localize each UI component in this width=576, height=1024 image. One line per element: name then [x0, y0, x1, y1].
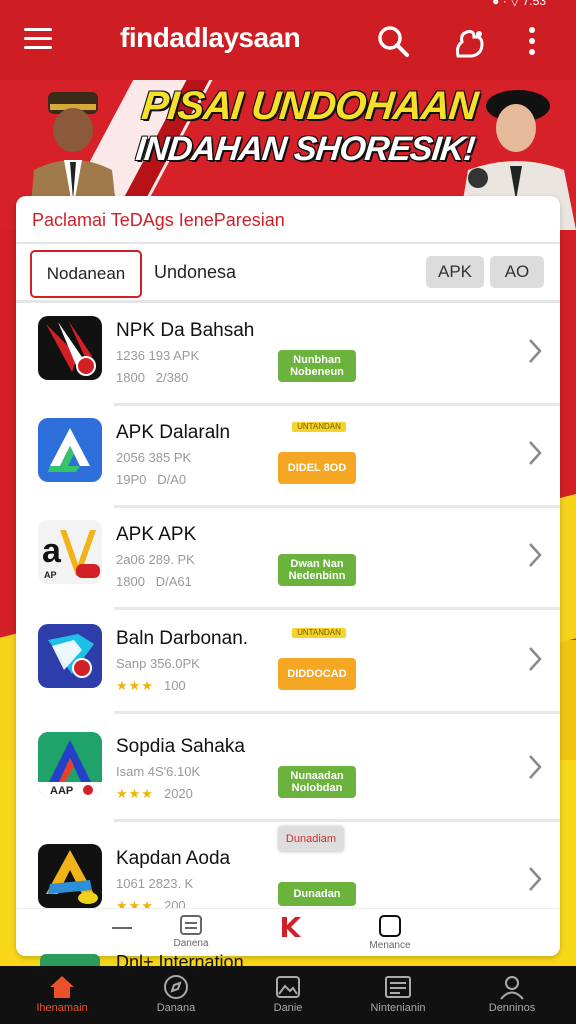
- app-meta-secondary: 1800 D/A61: [116, 574, 192, 589]
- list-icon: [180, 915, 202, 935]
- app-name: Sopdia Sahaka: [116, 736, 245, 757]
- nav-label: Danana: [156, 1002, 196, 1014]
- nav-nintenianin[interactable]: Nintenianin: [348, 974, 448, 1014]
- menu-icon[interactable]: [24, 28, 52, 52]
- square-icon: [379, 915, 401, 937]
- app-icon-map: [38, 624, 102, 688]
- divider: [114, 819, 560, 822]
- more-vertical-icon[interactable]: [526, 26, 538, 56]
- chip-ao[interactable]: AO: [490, 256, 544, 288]
- list-item[interactable]: Baln Darbonan. Sanp 356.0PK ★★★ 100 UNTAN…: [16, 610, 560, 714]
- chip-apk[interactable]: APK: [426, 256, 484, 288]
- app-name: Baln Darbonan.: [116, 628, 249, 649]
- app-icon-green-a: AAP: [38, 732, 102, 796]
- banner-subheadline: INDAHAN SHORESIK!: [134, 130, 477, 168]
- divider: [16, 242, 560, 244]
- news-icon: [385, 976, 411, 998]
- svg-text:AP: AP: [44, 570, 57, 580]
- app-meta-secondary: ★★★ 100: [116, 678, 186, 693]
- download-button[interactable]: DIDEL 8OD: [278, 452, 356, 484]
- download-button[interactable]: Dwan Nan Nedenbinn: [278, 554, 356, 586]
- status-tag: UNTANDAN: [292, 422, 346, 432]
- image-icon: [276, 976, 300, 998]
- app-meta-secondary: 1800 2/380: [116, 370, 189, 385]
- status-tag: UNTANDAN: [292, 628, 346, 638]
- chevron-right-icon[interactable]: [528, 646, 542, 672]
- list-item[interactable]: AAP Sopdia Sahaka Isam 4S'6.10K ★★★ 2020 …: [16, 718, 560, 822]
- nav-label: Danie: [273, 1002, 303, 1014]
- app-meta: 1236 193 APK: [116, 348, 200, 363]
- chevron-right-icon[interactable]: [528, 866, 542, 892]
- profile-icon: [500, 976, 524, 1000]
- inner-tab-danena[interactable]: Danena: [166, 915, 216, 949]
- svg-text:a: a: [42, 532, 62, 570]
- download-button[interactable]: Nunaadan Nolobdan: [278, 766, 356, 798]
- filter-tab-active[interactable]: Nodanean: [30, 250, 142, 298]
- card-heading: Paclamai TeDAgs IeneParesian: [32, 210, 285, 230]
- account-puzzle-icon[interactable]: [452, 26, 486, 60]
- banner-headline: PISAI UNDOHAAN: [139, 84, 480, 128]
- app-meta-secondary: ★★★ 2020: [116, 786, 193, 801]
- search-icon[interactable]: [376, 24, 410, 58]
- app-list-card: Paclamai TeDAgs IeneParesian Nodanean Un…: [16, 196, 560, 956]
- app-icon-gold-a: [38, 844, 102, 908]
- app-meta: 2056 385 PK: [116, 450, 192, 465]
- app-title: findadlaysaan: [120, 22, 301, 53]
- chevron-right-icon[interactable]: [528, 338, 542, 364]
- list-item[interactable]: APK Dalaraln 2056 385 PK 19P0 D/A0 UNTAN…: [16, 404, 560, 508]
- app-name: APK APK: [116, 524, 197, 545]
- nav-denninos[interactable]: Denninos: [462, 974, 562, 1014]
- nav-danie[interactable]: Danie: [238, 974, 338, 1014]
- list-item[interactable]: NPK Da Bahsah 1236 193 APK 1800 2/380 Nu…: [16, 302, 560, 406]
- app-name: NPK Da Bahsah: [116, 320, 255, 341]
- app-meta: 2a06 289. PK: [116, 552, 195, 567]
- app-icon-apk: a AP: [38, 520, 102, 584]
- inner-tab-label: Menance: [369, 940, 411, 951]
- download-button[interactable]: DIDDOCAD: [278, 658, 356, 690]
- k-logo-icon[interactable]: [276, 915, 306, 942]
- divider: [114, 711, 560, 714]
- chevron-right-icon[interactable]: [528, 542, 542, 568]
- status-bar-text: ● · ▽ 7:53: [492, 0, 546, 8]
- app-meta-secondary: 19P0 D/A0: [116, 472, 187, 487]
- chevron-right-icon[interactable]: [528, 754, 542, 780]
- app-meta: Sanp 356.0PK: [116, 656, 200, 671]
- app-icon-flag: [38, 316, 102, 380]
- nav-home[interactable]: Ihenamain: [12, 974, 112, 1014]
- inner-tab-label: Danena: [173, 938, 209, 949]
- download-button[interactable]: Dunadan: [278, 882, 356, 906]
- bottom-navigation: Ihenamain Danana Danie Nintenianin Denni…: [0, 966, 576, 1024]
- home-icon: [50, 976, 74, 998]
- compass-icon: [164, 975, 188, 999]
- download-button[interactable]: Nunbhan Nobeneun: [278, 350, 356, 382]
- nav-label: Denninos: [488, 1002, 536, 1014]
- nav-danana[interactable]: Danana: [126, 974, 226, 1014]
- inner-tab-bar: Danena Menance: [16, 908, 560, 956]
- chevron-right-icon[interactable]: [528, 440, 542, 466]
- filter-tab-second[interactable]: Undonesa: [154, 262, 236, 283]
- app-icon-drive: [38, 418, 102, 482]
- app-meta: Isam 4S'6.10K: [116, 764, 201, 779]
- app-meta: 1061 2823. K: [116, 876, 194, 891]
- minus-icon[interactable]: [112, 927, 132, 929]
- svg-text:AAP: AAP: [50, 785, 73, 796]
- nav-label: Ihenamain: [36, 1002, 88, 1014]
- app-name: Kapdan Aoda: [116, 848, 231, 869]
- rating-stars: ★★★: [116, 786, 154, 801]
- list-item[interactable]: a AP APK APK 2a06 289. PK 1800 D/A61 Dwa…: [16, 506, 560, 610]
- inner-tab-menance[interactable]: Menance: [362, 915, 418, 951]
- rating-stars: ★★★: [116, 678, 154, 693]
- status-pill: Dunadiam: [278, 826, 344, 852]
- app-name: APK Dalaraln: [116, 422, 231, 443]
- app-bar: ● · ▽ 7:53 findadlaysaan: [0, 0, 576, 80]
- nav-label: Nintenianin: [370, 1002, 426, 1014]
